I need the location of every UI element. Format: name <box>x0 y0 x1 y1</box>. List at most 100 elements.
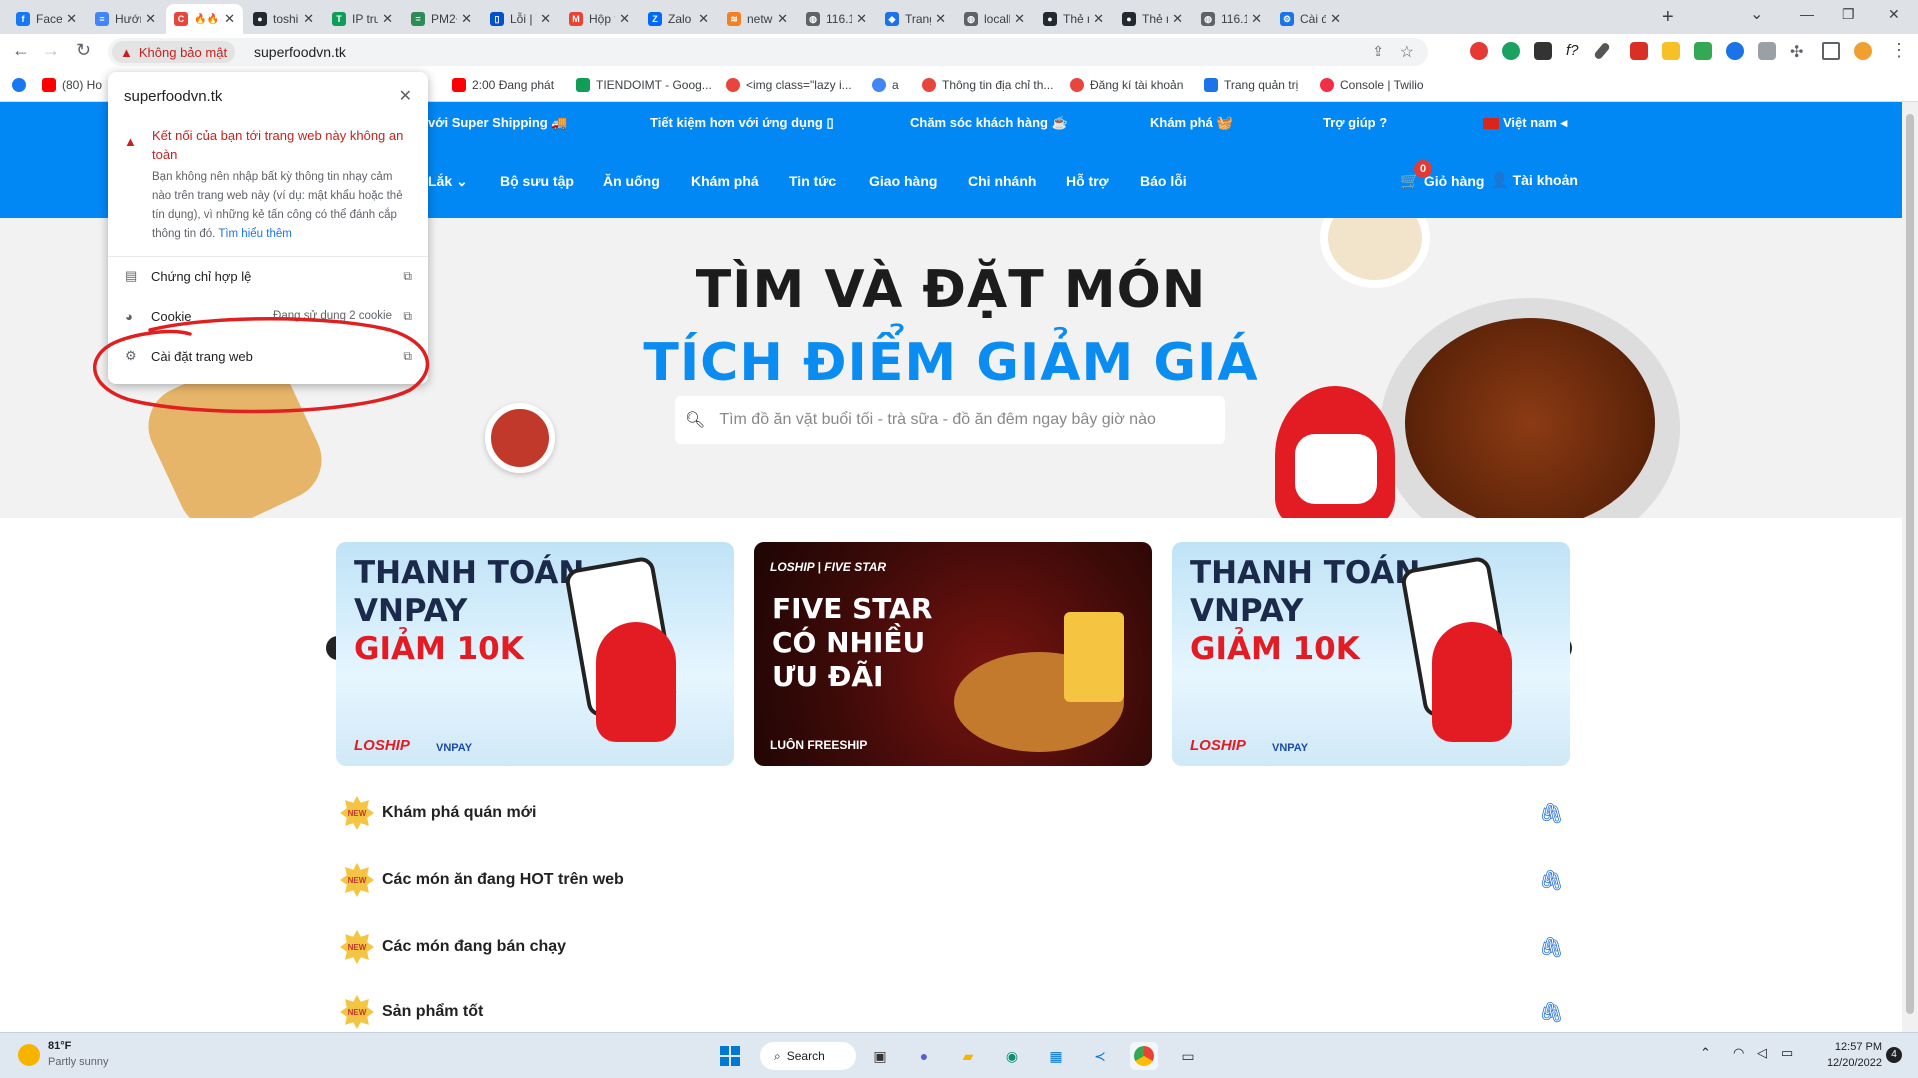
vscode-icon[interactable]: ≺ <box>1086 1042 1114 1070</box>
bookmark-item[interactable]: TIENDOIMT - Goog... <box>576 78 712 92</box>
nav-support[interactable]: Hỗ trợ <box>1066 173 1109 189</box>
task-view-icon[interactable]: ▣ <box>866 1042 894 1070</box>
help-link[interactable]: Trợ giúp ? <box>1323 115 1387 130</box>
app-download-link[interactable]: Tiết kiệm hơn với ứng dụng ▯ <box>650 115 834 131</box>
tray-chevron-icon[interactable]: ⌃ <box>1700 1045 1711 1061</box>
taskbar-search-box[interactable]: ⌕ Search <box>760 1042 856 1070</box>
bookmark-item[interactable]: <img class="lazy i... <box>726 78 852 92</box>
close-tab-icon[interactable]: ✕ <box>303 11 314 27</box>
promo-banner-vnpay[interactable]: THANH TOÁN VNPAY GIẢM 10K LOSHIP VNPAY <box>336 542 734 766</box>
cart-button[interactable]: 🛒 0 Giỏ hàng <box>1400 160 1484 191</box>
weather-description[interactable]: Partly sunny <box>48 1056 109 1068</box>
bookmark-item[interactable]: a <box>872 78 899 92</box>
paperclip-icon[interactable]: 🖇︎ <box>1539 1000 1564 1025</box>
chrome-taskbar-icon[interactable] <box>1130 1042 1158 1070</box>
browser-tab[interactable]: ● Thẻ m ✕ <box>1114 4 1191 34</box>
close-tab-icon[interactable]: ✕ <box>382 11 393 27</box>
bookmark-item[interactable]: Console | Twilio <box>1320 78 1424 92</box>
microsoft-store-icon[interactable]: ▦ <box>1042 1042 1070 1070</box>
close-tab-icon[interactable]: ✕ <box>619 11 630 27</box>
teams-chat-icon[interactable]: ● <box>910 1042 938 1070</box>
close-tab-icon[interactable]: ✕ <box>1251 11 1262 27</box>
browser-tab[interactable]: ▯ Lỗi | T ✕ <box>482 4 559 34</box>
gray-extension-icon[interactable] <box>1758 42 1776 60</box>
close-tab-icon[interactable]: ✕ <box>1093 11 1104 27</box>
file-explorer-icon[interactable]: ▰ <box>954 1042 982 1070</box>
browser-tab[interactable]: ◍ 116.1(✕ <box>798 4 875 34</box>
address-bar[interactable]: ▲ Không bảo mật superfoodvn.tk ⇪ ☆ <box>108 38 1428 66</box>
scrollbar-thumb[interactable] <box>1906 114 1914 1014</box>
close-tab-icon[interactable]: ✕ <box>856 11 867 27</box>
site-security-chip[interactable]: ▲ Không bảo mật <box>112 41 236 63</box>
paperclip-icon[interactable]: 🖇︎ <box>1539 868 1564 893</box>
promo-banner-vnpay-2[interactable]: THANH TOÁN VNPAY GIẢM 10K LOSHIP VNPAY <box>1172 542 1570 766</box>
close-tab-icon[interactable]: ✕ <box>935 11 946 27</box>
bookmark-item[interactable]: Thông tin địa chỉ th... <box>922 78 1053 92</box>
nav-branches[interactable]: Chi nhánh <box>968 173 1036 189</box>
maximize-button[interactable]: ❐ <box>1842 6 1855 23</box>
close-tab-icon[interactable]: ✕ <box>461 11 472 27</box>
browser-tab[interactable]: ◍ 116.1(✕ <box>1193 4 1270 34</box>
bookmark-item[interactable]: 2:00 Đang phát <box>452 78 554 92</box>
back-button[interactable]: ← <box>12 40 30 61</box>
volume-icon[interactable]: ◁ <box>1757 1045 1767 1061</box>
learn-more-link[interactable]: Tìm hiểu thêm <box>218 228 292 240</box>
close-tab-icon[interactable]: ✕ <box>1014 11 1025 27</box>
browser-tab[interactable]: ≋ netwo ✕ <box>719 4 796 34</box>
popup-close-button[interactable]: ✕ <box>399 86 412 106</box>
browser-tab[interactable]: ● toshir ✕ <box>245 4 322 34</box>
reload-button[interactable]: ↻ <box>76 40 91 61</box>
browser-tab[interactable]: M Hộp th ✕ <box>561 4 638 34</box>
browser-tab[interactable]: ≡ Hướng ✕ <box>87 4 164 34</box>
red-extension-icon[interactable] <box>1630 42 1648 60</box>
forward-button[interactable]: → <box>42 40 60 61</box>
browser-tab[interactable]: Z Zalo P ✕ <box>640 4 717 34</box>
language-selector[interactable]: Việt nam ◂ <box>1483 115 1567 131</box>
minimize-button[interactable]: — <box>1800 6 1814 22</box>
bookmark-item[interactable] <box>12 78 32 92</box>
side-panel-icon[interactable] <box>1822 42 1840 60</box>
profile-avatar[interactable] <box>1854 42 1872 60</box>
url-text[interactable]: superfoodvn.tk <box>254 44 346 60</box>
browser-tab[interactable]: ◍ localh ✕ <box>956 4 1033 34</box>
paperclip-icon[interactable]: 🖇︎ <box>1539 801 1564 826</box>
nav-explore[interactable]: Khám phá <box>691 173 759 189</box>
nav-report-bug[interactable]: Báo lỗi <box>1140 173 1187 189</box>
browser-tab[interactable]: T IP truy✕ <box>324 4 401 34</box>
paperclip-icon[interactable]: 🖇︎ <box>1539 935 1564 960</box>
edge-browser-icon[interactable]: ◉ <box>998 1042 1026 1070</box>
super-shipping-link[interactable]: với Super Shipping 🚚 <box>428 115 568 131</box>
blue-extension-icon[interactable] <box>1726 42 1744 60</box>
close-tab-icon[interactable]: ✕ <box>698 11 709 27</box>
page-scrollbar[interactable] <box>1902 102 1918 1032</box>
clock-date[interactable]: 12/20/2022 <box>1812 1057 1882 1069</box>
formula-extension-icon[interactable]: f? <box>1566 42 1584 60</box>
certificate-item[interactable]: ▤ Chứng chỉ hợp lệ ⧉ <box>108 258 428 294</box>
promo-banner-fivestar[interactable]: LOSHIP | FIVE STAR FIVE STAR CÓ NHIỀU ƯU… <box>754 542 1152 766</box>
extensions-puzzle-icon[interactable]: ✣ <box>1790 42 1808 61</box>
bookmark-item[interactable]: Đăng kí tài khoản <box>1070 78 1183 92</box>
green-extension-icon[interactable] <box>1694 42 1712 60</box>
browser-tab[interactable]: = PM2+ ✕ <box>403 4 480 34</box>
dark-extension-icon[interactable] <box>1534 42 1552 60</box>
account-button[interactable]: 👤 Tài khoản <box>1490 171 1578 189</box>
share-icon[interactable]: ⇪ <box>1372 43 1384 60</box>
close-tab-icon[interactable]: ✕ <box>145 11 156 27</box>
close-tab-icon[interactable]: ✕ <box>1172 11 1183 27</box>
nav-food[interactable]: Ăn uống <box>603 173 660 189</box>
browser-tab[interactable]: ● Thẻ m ✕ <box>1035 4 1112 34</box>
weather-temperature[interactable]: 81°F <box>48 1040 71 1052</box>
nav-news[interactable]: Tin tức <box>789 173 836 189</box>
yellow-extension-icon[interactable] <box>1662 42 1680 60</box>
chrome-menu-icon[interactable]: ⋮ <box>1890 40 1908 61</box>
windows-start-icon[interactable] <box>716 1042 744 1070</box>
browser-tab[interactable]: f Faceb✕ <box>8 4 85 34</box>
bookmark-item[interactable]: (80) Ho <box>42 78 102 92</box>
grammarly-extension-icon[interactable] <box>1502 42 1520 60</box>
opera-extension-icon[interactable] <box>1470 42 1488 60</box>
browser-tab[interactable]: ◆ Trang ✕ <box>877 4 954 34</box>
terminal-icon[interactable]: ▭ <box>1174 1042 1202 1070</box>
nav-collections[interactable]: Bộ sưu tập <box>500 173 574 189</box>
close-tab-icon[interactable]: ✕ <box>777 11 788 27</box>
customer-care-link[interactable]: Chăm sóc khách hàng ☕ <box>910 115 1068 131</box>
